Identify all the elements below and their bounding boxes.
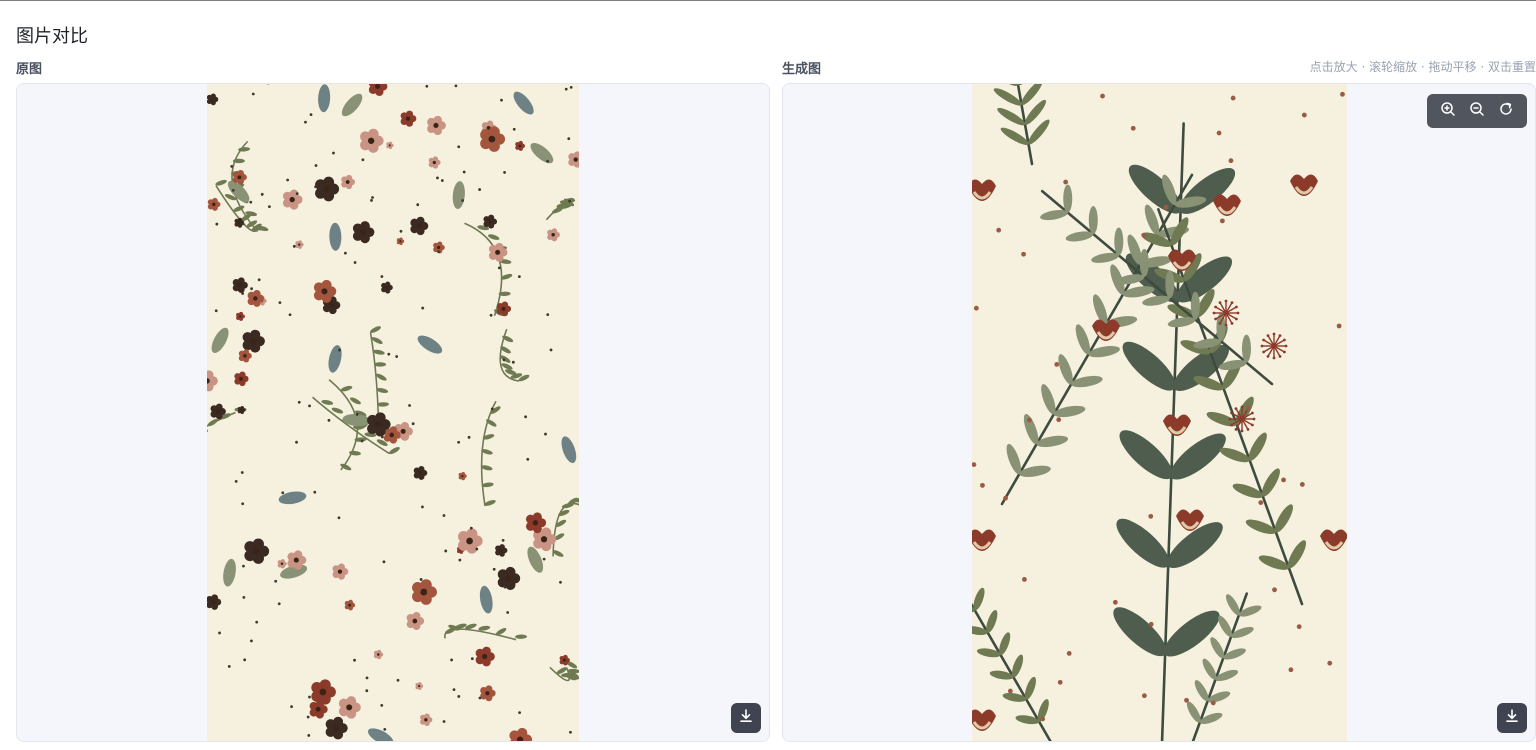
generated-image[interactable] <box>972 84 1347 741</box>
original-image-panel[interactable] <box>16 83 770 742</box>
original-image[interactable] <box>207 84 579 741</box>
zoom-in-icon <box>1440 101 1456 121</box>
download-icon <box>738 708 754 728</box>
download-generated-button[interactable] <box>1497 703 1527 733</box>
reset-button[interactable] <box>1494 99 1518 123</box>
interaction-hint: 点击放大 · 滚轮缩放 · 拖动平移 · 双击重置 <box>1309 60 1536 74</box>
generated-label: 生成图 <box>782 62 822 77</box>
generated-image-panel[interactable] <box>782 83 1536 742</box>
top-divider <box>0 0 1536 1</box>
page-title: 图片对比 <box>16 26 88 47</box>
download-icon <box>1504 708 1520 728</box>
reset-icon <box>1498 101 1514 121</box>
download-original-button[interactable] <box>731 703 761 733</box>
zoom-out-button[interactable] <box>1465 99 1489 123</box>
zoom-out-icon <box>1469 101 1485 121</box>
zoom-in-button[interactable] <box>1436 99 1460 123</box>
zoom-toolbar <box>1427 94 1527 128</box>
original-label: 原图 <box>16 62 43 77</box>
